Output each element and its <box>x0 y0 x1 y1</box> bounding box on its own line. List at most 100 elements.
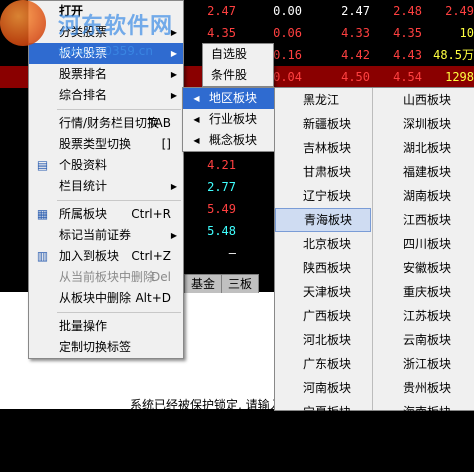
menu-item[interactable]: 从板块中删除 Alt+D <box>29 288 183 309</box>
stock-info-icon: ▤ <box>36 158 49 172</box>
province-item[interactable]: 天津板块 <box>275 280 371 304</box>
quote-cell: 2.48 <box>393 4 422 18</box>
menu-item[interactable]: 股票排名 ▶ <box>29 64 183 85</box>
menu-item-label: 从当前板块中删除 <box>59 270 156 284</box>
province-item[interactable]: 湖北板块 <box>375 136 471 160</box>
column-divider <box>372 88 373 410</box>
menu-item-shortcut: Ctrl+Z <box>131 249 171 263</box>
menu-item[interactable]: 股票类型切换 [] <box>29 134 183 155</box>
quote-cell: 4.35 <box>207 26 236 40</box>
menu-item[interactable]: ▦ 所属板块 Ctrl+R <box>29 204 183 225</box>
province-item[interactable]: 安徽板块 <box>375 256 471 280</box>
province-item[interactable]: 新疆板块 <box>275 112 371 136</box>
province-item[interactable]: 河北板块 <box>275 328 371 352</box>
menu-item-label: 概念板块 <box>209 133 258 147</box>
submenu-arrow-icon: ▶ <box>170 91 177 100</box>
province-item[interactable]: 辽宁板块 <box>275 184 371 208</box>
quote-cell: 0.00 <box>273 4 302 18</box>
menu-item[interactable]: ◀ 行业板块 <box>183 109 275 130</box>
quote-cell: 4.21 <box>207 158 236 172</box>
province-item[interactable]: 吉林板块 <box>275 136 371 160</box>
menu-item-label: 标记当前证券 <box>59 228 132 242</box>
province-item[interactable]: 福建板块 <box>375 160 471 184</box>
menu-item[interactable]: 条件股 <box>203 65 273 86</box>
province-item[interactable]: 宁夏板块 <box>275 400 371 424</box>
province-item[interactable]: 内蒙板块 <box>375 448 471 472</box>
menu-item-label: 股票排名 <box>59 67 108 81</box>
menu-item-label: 批量操作 <box>59 319 108 333</box>
menu-item-label: 股票类型切换 <box>59 137 132 151</box>
menu-item-label: 行情/财务栏目切换 <box>59 116 160 130</box>
menu-item[interactable]: 定制切换标签 <box>29 337 183 358</box>
menu-item-shortcut: Del <box>151 270 171 284</box>
menu-item[interactable]: 批量操作 <box>29 316 183 337</box>
province-item[interactable]: 四川板块 <box>375 232 471 256</box>
watermark-logo-icon <box>0 0 46 46</box>
market-tab[interactable]: 基金 <box>185 275 223 293</box>
submenu-arrow-icon: ▶ <box>170 182 177 191</box>
quote-cell: 10 <box>459 26 474 40</box>
quote-cell: 2.77 <box>207 180 236 194</box>
submenu-arrow-icon: ▶ <box>170 231 177 240</box>
menu-item[interactable]: ▤ 个股资料 <box>29 155 183 176</box>
quote-cell: 4.50 <box>341 70 370 84</box>
quote-cell: 5.48 <box>207 224 236 238</box>
province-item[interactable]: 西藏板块 <box>375 424 471 448</box>
submenu-open-left-icon: ◀ <box>193 136 200 145</box>
province-item[interactable]: 浙江板块 <box>375 352 471 376</box>
province-column-right: 山西板块 深圳板块 湖北板块 福建板块 湖南板块 江西板块 四川板块 安徽板块 重庆板块 江苏板块… <box>375 88 471 472</box>
region-sector-submenu: 黑龙江 新疆板块 吉林板块 甘肃板块 辽宁板块 青海板块 北京板块 陕西板块 天津板块 广西板块河… <box>274 87 474 467</box>
menu-item[interactable]: 综合排名 ▶ <box>29 85 183 106</box>
quote-cell: 2.47 <box>341 4 370 18</box>
quote-cell: 4.33 <box>341 26 370 40</box>
watermark-url: www.pc0359.cn <box>58 44 153 58</box>
menu-item-shortcut: TAB <box>148 116 171 130</box>
province-item[interactable]: 山西板块 <box>375 88 471 112</box>
menu-item[interactable]: 标记当前证券 ▶ <box>29 225 183 246</box>
province-item[interactable]: 河南板块 <box>275 376 371 400</box>
province-item[interactable]: 江苏板块 <box>375 304 471 328</box>
province-item[interactable]: 江西板块 <box>375 208 471 232</box>
province-item[interactable]: 北京板块 <box>275 232 371 256</box>
menu-item[interactable]: 栏目统计 ▶ <box>29 176 183 197</box>
menu-item-label: 综合排名 <box>59 88 108 102</box>
province-item[interactable]: 广东板块 <box>275 352 371 376</box>
menu-item-label: 栏目统计 <box>59 179 108 193</box>
submenu-arrow-icon: ▶ <box>170 49 177 58</box>
province-item[interactable]: 湖南板块 <box>375 184 471 208</box>
province-item[interactable]: 广西板块 <box>275 304 371 328</box>
menu-separator <box>57 200 181 201</box>
watermark-title: 河东软件网 <box>58 14 174 39</box>
menu-item[interactable]: ▥ 加入到板块 Ctrl+Z <box>29 246 183 267</box>
province-item[interactable]: 深圳板块 <box>375 112 471 136</box>
province-item[interactable]: 黑龙江 <box>275 88 371 112</box>
sector-stock-submenu: 自选股 条件股 <box>202 43 274 87</box>
submenu-open-left-icon: ◀ <box>193 115 200 124</box>
market-tab[interactable]: 三板 <box>222 275 260 293</box>
submenu-open-left-icon: ◀ <box>193 94 200 103</box>
sector-icon: ▦ <box>36 207 49 221</box>
province-item[interactable]: 山东板块 <box>275 424 371 448</box>
menu-item[interactable]: 行情/财务栏目切换 TAB <box>29 113 183 134</box>
quote-cell: 4.54 <box>393 70 422 84</box>
province-item[interactable]: 贵州板块 <box>375 376 471 400</box>
quote-cell: 1298 <box>445 70 474 84</box>
quote-cell: 4.35 <box>393 26 422 40</box>
menu-item[interactable]: 自选股 <box>203 44 273 65</box>
quote-cell: 5.49 <box>207 202 236 216</box>
menu-item-label: 条件股 <box>211 68 248 82</box>
province-item[interactable]: 重庆板块 <box>375 280 471 304</box>
province-item[interactable]: 甘肃板块 <box>275 160 371 184</box>
province-item[interactable]: 海南板块 <box>375 400 471 424</box>
province-item[interactable]: 青海板块 <box>275 208 371 232</box>
menu-item[interactable]: ◀ 概念板块 <box>183 130 275 151</box>
province-column-left: 黑龙江 新疆板块 吉林板块 甘肃板块 辽宁板块 青海板块 北京板块 陕西板块 天津板块 广西板块河… <box>275 88 371 472</box>
menu-item[interactable]: ◀ 地区板块 <box>183 88 275 109</box>
quote-cell: 2.47 <box>207 4 236 18</box>
menu-item-label: 自选股 <box>211 47 248 61</box>
status-text: 系统已经被保护锁定, 请输入 <box>130 398 282 412</box>
menu-item-label: 个股资料 <box>59 158 108 172</box>
province-item[interactable]: 上海板块 <box>275 448 371 472</box>
province-item[interactable]: 云南板块 <box>375 328 471 352</box>
province-item[interactable]: 陕西板块 <box>275 256 371 280</box>
